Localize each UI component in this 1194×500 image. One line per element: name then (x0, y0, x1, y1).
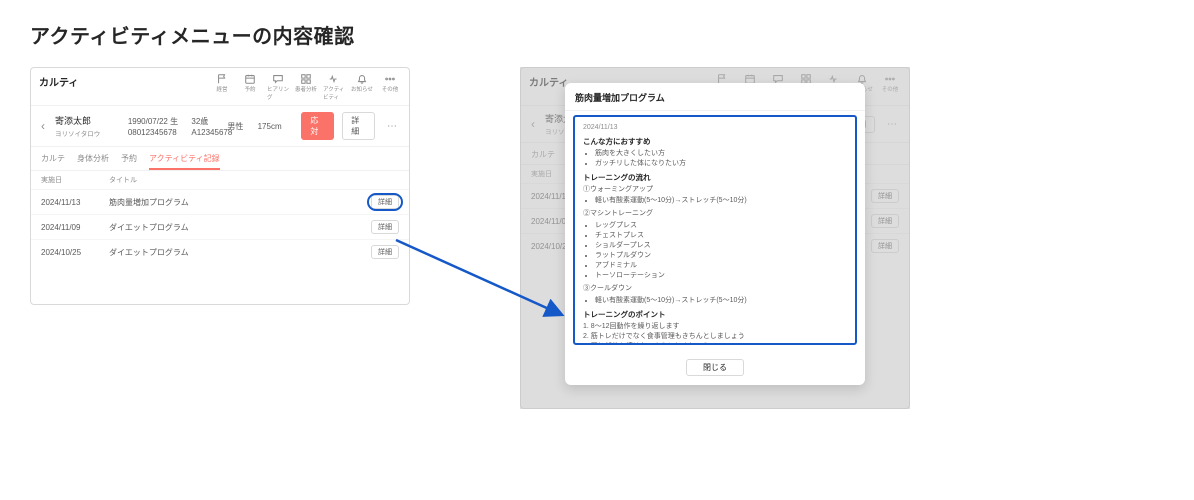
tool-activity[interactable]: アクティビティ (323, 74, 345, 101)
modal-date: 2024/11/13 (583, 123, 847, 133)
toolbar: 経営 予約 ヒアリング 患者分析 アクティビティ お知らせ その他 (211, 74, 401, 101)
tool-notify[interactable]: お知らせ (351, 74, 373, 101)
patient-sex: 男性 (227, 121, 249, 132)
app-panel-left: カルティ 経営 予約 ヒアリング 患者分析 アクティビティ お知らせ その他 ‹… (30, 67, 410, 305)
tabs: カルテ 身体分析 予約 アクティビティ記録 (31, 147, 409, 171)
bell-icon (356, 74, 368, 84)
tool-more[interactable]: その他 (379, 74, 401, 101)
row-detail-button[interactable]: 詳細 (371, 245, 399, 259)
chat-icon (272, 74, 284, 84)
activity-detail-modal: 筋肉量増加プログラム 2024/11/13 こんな方におすすめ 筋肉を大きくした… (565, 83, 865, 385)
back-button[interactable]: ‹ (39, 119, 47, 133)
close-button[interactable]: 閉じる (686, 359, 744, 376)
row-detail-button[interactable]: 詳細 (371, 220, 399, 234)
calendar-icon (244, 74, 256, 84)
page-title: アクティビティメニューの内容確認 (30, 20, 1164, 49)
modal-overlay: 筋肉量増加プログラム 2024/11/13 こんな方におすすめ 筋肉を大きくした… (520, 67, 910, 409)
back-button[interactable]: ‹ (529, 117, 537, 131)
detail-button[interactable]: 詳細 (342, 112, 375, 140)
tab-activity[interactable]: アクティビティ記録 (149, 151, 220, 170)
modal-body: 2024/11/13 こんな方におすすめ 筋肉を大きくしたい方 ガッチリした体に… (573, 115, 857, 345)
tool-more[interactable]: その他 (879, 74, 901, 101)
dots-icon (384, 74, 396, 84)
tab-karte[interactable]: カルテ (41, 151, 65, 170)
list-header: 実施日 タイトル (31, 171, 409, 189)
patient-height: 175cm (258, 122, 286, 131)
list-row: 2024/11/09 ダイエットプログラム 詳細 (31, 214, 409, 239)
list-row: 2024/10/25 ダイエットプログラム 詳細 (31, 239, 409, 264)
list-row: 2024/11/13 筋肉量増加プログラム 詳細 (31, 189, 409, 214)
flag-icon (216, 74, 228, 84)
patient-bar: ‹ 寄添太郎 ヨリソイタロウ 1990/07/22 生 08012345678 … (31, 106, 409, 147)
more-menu[interactable]: ⋯ (383, 121, 401, 132)
grid-icon (300, 74, 312, 84)
patient-id: A12345678 (191, 128, 219, 137)
app-logo: カルティ (529, 74, 568, 89)
tab-reserve[interactable]: 予約 (121, 151, 137, 170)
patient-birth: 1990/07/22 生 (128, 116, 184, 127)
patient-phone: 08012345678 (128, 128, 184, 137)
modal-title: 筋肉量増加プログラム (565, 83, 865, 111)
activity-icon (328, 74, 340, 84)
patient-kana: ヨリソイタロウ (55, 128, 120, 138)
more-menu[interactable]: ⋯ (883, 119, 901, 130)
app-logo: カルティ (39, 74, 78, 89)
patient-age: 32歳 (191, 116, 219, 127)
tool-hearing[interactable]: ヒアリング (267, 74, 289, 101)
tab-body[interactable]: 身体分析 (77, 151, 109, 170)
tool-reserve[interactable]: 予約 (239, 74, 261, 101)
patient-name: 寄添太郎 (55, 114, 120, 127)
respond-button[interactable]: 応対 (301, 112, 334, 140)
tool-management[interactable]: 経営 (211, 74, 233, 101)
row-detail-button[interactable]: 詳細 (371, 195, 399, 209)
tool-analysis[interactable]: 患者分析 (295, 74, 317, 101)
